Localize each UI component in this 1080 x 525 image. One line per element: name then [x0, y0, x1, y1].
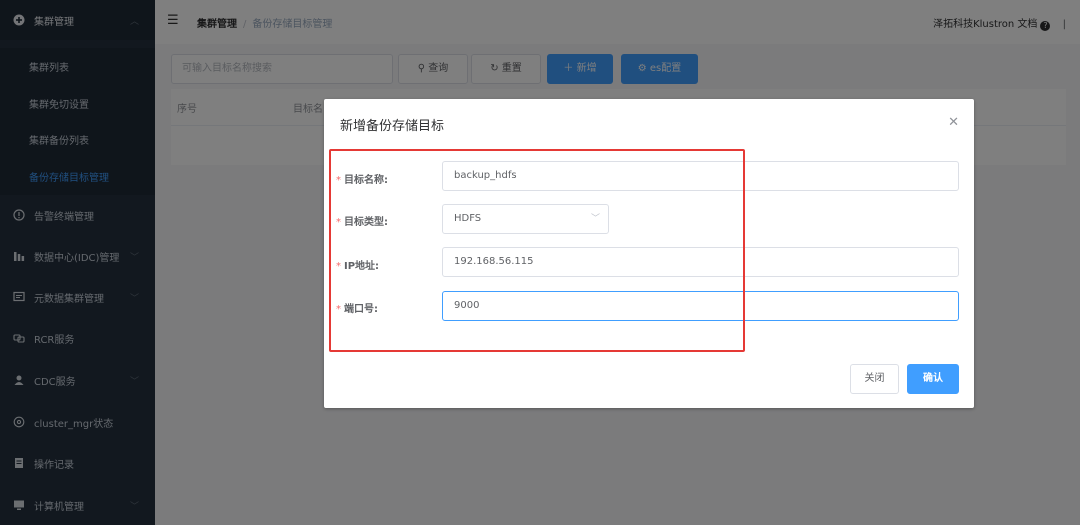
- cancel-button[interactable]: 关闭: [850, 364, 899, 394]
- confirm-button[interactable]: 确认: [907, 364, 959, 394]
- highlight-annotation-box: [329, 149, 745, 352]
- add-backup-target-dialog: 新增备份存储目标 ✕ * 目标名称: backup_hdfs * 目标类型: HDF…: [324, 99, 974, 408]
- dialog-title: 新增备份存储目标: [340, 119, 445, 134]
- close-icon[interactable]: ✕: [948, 115, 959, 130]
